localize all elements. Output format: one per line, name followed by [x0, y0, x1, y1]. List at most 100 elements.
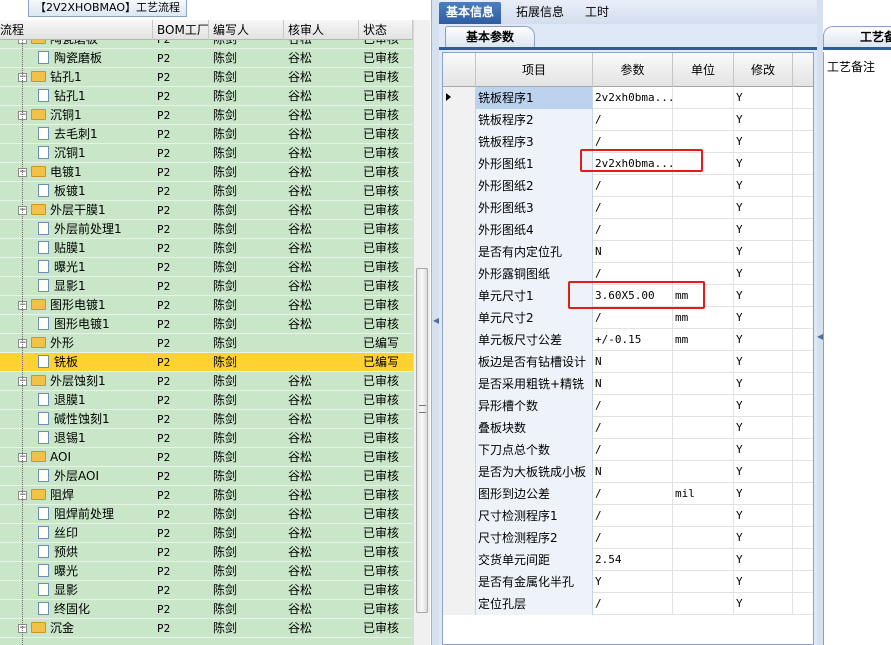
column-header-unit[interactable]: 单位 [673, 53, 734, 87]
column-header-reviewer[interactable]: 核审人 [284, 20, 359, 40]
modify-cell[interactable]: Y [734, 483, 793, 505]
row-indicator[interactable] [443, 241, 476, 263]
unit-cell[interactable]: mm [673, 329, 734, 351]
tree-node[interactable]: 钻孔1 [38, 87, 86, 106]
tree-node[interactable]: − 沉铜1 [18, 106, 82, 125]
unit-cell[interactable] [673, 439, 734, 461]
table-row[interactable]: 预烘 P2 陈剑 谷松 已审核 [0, 543, 413, 562]
table-row[interactable]: − 外层干膜1 P2 陈剑 谷松 已审核 [0, 201, 413, 220]
tree-node[interactable]: 丝印 [38, 524, 78, 543]
tree-node[interactable]: − 外形 [18, 334, 74, 353]
row-indicator[interactable] [443, 593, 476, 615]
unit-cell[interactable] [673, 197, 734, 219]
table-row[interactable]: 阻焊前处理 P2 陈剑 谷松 已审核 [0, 505, 413, 524]
row-indicator[interactable] [443, 263, 476, 285]
modify-cell[interactable]: Y [734, 351, 793, 373]
tab-basic-params[interactable]: 基本参数 [445, 26, 535, 48]
column-header-flow[interactable]: 流程 [0, 20, 153, 40]
table-row[interactable]: − 外形 P2 陈剑 已编写 [0, 334, 413, 353]
param-cell[interactable]: 2v2xh0bma... [593, 87, 673, 109]
modify-cell[interactable]: Y [734, 329, 793, 351]
modify-cell[interactable]: Y [734, 285, 793, 307]
tree-node[interactable]: 贴膜1 [38, 239, 86, 258]
unit-cell[interactable] [673, 219, 734, 241]
modify-cell[interactable]: Y [734, 153, 793, 175]
modify-cell[interactable]: Y [734, 109, 793, 131]
table-row[interactable]: 退膜1 P2 陈剑 谷松 已审核 [0, 391, 413, 410]
tree-node[interactable]: − 电镀1 [18, 163, 82, 182]
row-indicator[interactable] [443, 109, 476, 131]
modify-cell[interactable]: Y [734, 505, 793, 527]
tree-node[interactable]: 退膜1 [38, 391, 86, 410]
row-indicator[interactable] [443, 571, 476, 593]
tab-process-notes[interactable]: 工艺备注 [823, 26, 891, 48]
modify-cell[interactable]: Y [734, 219, 793, 241]
unit-cell[interactable] [673, 373, 734, 395]
table-row[interactable]: − 沉金 P2 陈剑 谷松 已审核 [0, 619, 413, 638]
table-row[interactable]: − 电镀1 P2 陈剑 谷松 已审核 [0, 163, 413, 182]
table-row[interactable]: 交货单元间距 2.54 Y [443, 549, 813, 571]
modify-cell[interactable]: Y [734, 307, 793, 329]
modify-cell[interactable]: Y [734, 417, 793, 439]
param-cell[interactable]: / [593, 219, 673, 241]
tree-node[interactable]: − 外层干膜1 [18, 201, 106, 220]
row-indicator[interactable] [443, 527, 476, 549]
column-header-param[interactable]: 参数 [593, 53, 673, 87]
tree-node[interactable]: 图形电镀1 [38, 315, 110, 334]
table-row[interactable]: − 钻孔1 P2 陈剑 谷松 已审核 [0, 68, 413, 87]
table-row[interactable]: 定位孔层 / Y [443, 593, 813, 615]
param-cell[interactable]: N [593, 241, 673, 263]
tree-node[interactable]: 铣板 [38, 353, 78, 372]
tab-basic-info[interactable]: 基本信息 [439, 2, 502, 24]
modify-cell[interactable]: Y [734, 593, 793, 615]
table-row[interactable]: 单元尺寸2/mm Y [443, 307, 813, 329]
table-row[interactable]: −陶瓷磨板 P2 陈剑 谷松 已审核 [0, 40, 413, 49]
table-row[interactable]: 退锡1 P2 陈剑 谷松 已审核 [0, 429, 413, 448]
column-header-modify[interactable]: 修改 [734, 53, 793, 87]
unit-cell[interactable] [673, 395, 734, 417]
param-cell[interactable]: N [593, 373, 673, 395]
row-indicator[interactable] [443, 219, 476, 241]
row-indicator[interactable] [443, 131, 476, 153]
modify-cell[interactable]: Y [734, 527, 793, 549]
tree-node[interactable]: 显影1 [38, 277, 86, 296]
unit-cell[interactable] [673, 505, 734, 527]
table-row[interactable]: 是否有内定位孔 N Y [443, 241, 813, 263]
unit-cell[interactable] [673, 175, 734, 197]
table-row[interactable]: 是否为大板铣成小板 N Y [443, 461, 813, 483]
row-indicator[interactable] [443, 285, 476, 307]
tree-node[interactable]: 终固化 [38, 600, 90, 619]
table-row[interactable]: 图形到边公差 / mil Y [443, 483, 813, 505]
row-indicator[interactable] [443, 87, 476, 109]
unit-cell[interactable] [673, 571, 734, 593]
param-cell[interactable]: / [593, 505, 673, 527]
tree-node[interactable]: 预烘 [38, 543, 78, 562]
row-indicator[interactable] [443, 175, 476, 197]
table-row[interactable]: 铣板程序2/ Y [443, 109, 813, 131]
column-header-item[interactable]: 项目 [476, 53, 593, 87]
row-indicator[interactable] [443, 483, 476, 505]
modify-cell[interactable]: Y [734, 395, 793, 417]
row-indicator[interactable] [443, 153, 476, 175]
table-row[interactable]: 尺寸检测程序1/ Y [443, 505, 813, 527]
table-row[interactable]: 叠板块数 / Y [443, 417, 813, 439]
modify-cell[interactable]: Y [734, 197, 793, 219]
param-cell[interactable]: / [593, 527, 673, 549]
row-indicator[interactable] [443, 307, 476, 329]
row-indicator[interactable] [443, 461, 476, 483]
row-indicator[interactable] [443, 373, 476, 395]
table-row[interactable]: 板边是否有钻槽设计 N Y [443, 351, 813, 373]
table-row[interactable]: 异形槽个数 / Y [443, 395, 813, 417]
modify-cell[interactable]: Y [734, 241, 793, 263]
param-cell[interactable]: / [593, 439, 673, 461]
unit-cell[interactable] [673, 461, 734, 483]
param-cell[interactable]: +/-0.15 [593, 329, 673, 351]
unit-cell[interactable] [673, 417, 734, 439]
table-row[interactable]: 外形图纸4/ Y [443, 219, 813, 241]
unit-cell[interactable] [673, 109, 734, 131]
tree-node[interactable]: 退锡1 [38, 429, 86, 448]
column-header-editor[interactable]: 编写人 [209, 20, 284, 40]
modify-cell[interactable]: Y [734, 461, 793, 483]
row-indicator[interactable] [443, 417, 476, 439]
unit-cell[interactable] [673, 87, 734, 109]
